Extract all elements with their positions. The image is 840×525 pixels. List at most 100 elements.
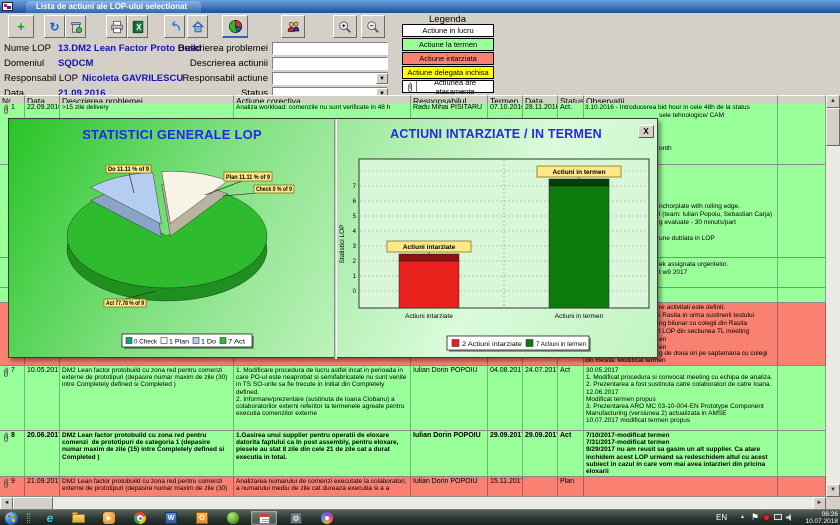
taskbar-java[interactable]: [221, 511, 245, 525]
alert-icon[interactable]: [763, 514, 770, 521]
taskbar-file-explorer[interactable]: [66, 511, 90, 525]
cell-extra: [778, 103, 826, 164]
export-excel-button[interactable]: X: [127, 15, 148, 38]
taskbar: e ▶ W O ⚙ EN ▲ ⚑ 06:26 10.07.2018: [0, 509, 840, 525]
users-button[interactable]: [281, 15, 305, 38]
descrierea-problemei-input[interactable]: [272, 42, 388, 55]
descrierea-problemei-label: Descrierea problemei: [150, 43, 268, 54]
zoom-out-button[interactable]: [361, 15, 385, 38]
statistics-dialog: STATISTICI GENERALE LOP ACTIUNI INTARZIA…: [8, 118, 658, 358]
application-window: Lista de actiuni ale LOP-ului selectiona…: [0, 0, 840, 525]
flag-icon[interactable]: ⚑: [751, 512, 759, 523]
statistics-pie-button[interactable]: [222, 15, 248, 38]
taskbar-word[interactable]: W: [159, 511, 183, 525]
bar-chart-title: ACTIUNI INTARZIATE / IN TERMEN: [337, 127, 655, 145]
taskbar-outlook[interactable]: O: [190, 511, 214, 525]
responsabil-actiune-select[interactable]: [272, 72, 388, 85]
start-button[interactable]: [2, 511, 20, 525]
taskbar-design-tool[interactable]: [315, 511, 339, 525]
taskbar-media-player[interactable]: ▶: [97, 511, 121, 525]
internet-explorer-icon: e: [47, 511, 54, 525]
taskbar-chrome[interactable]: [128, 511, 152, 525]
legend-item-1: Actiune in lucru: [402, 24, 494, 37]
cell-act: 1. Modificare procedura de lucru astfel …: [234, 366, 411, 430]
pie-chart-title: STATISTICI GENERALE LOP: [9, 127, 335, 145]
clock[interactable]: 06:26 10.07.2018: [794, 511, 838, 525]
title-bar: Lista de actiuni ale LOP-ului selectiona…: [0, 0, 840, 13]
svg-text:1: 1: [353, 274, 357, 280]
cell-status: Act: [558, 431, 584, 476]
cell-obs: 30.05.2017 1. Modificat procedura si con…: [584, 366, 778, 430]
cell-status: Plan: [558, 477, 584, 496]
chevron-down-icon[interactable]: ▼: [376, 73, 388, 84]
close-button[interactable]: X: [638, 125, 654, 138]
taskbar-calendar-app[interactable]: [251, 511, 277, 525]
nume-lop-label: Nume LOP: [4, 43, 51, 54]
svg-text:0: 0: [353, 289, 357, 295]
language-indicator[interactable]: EN: [716, 513, 727, 522]
tray-expand-icon[interactable]: ▲: [740, 514, 745, 520]
cell-resp: Iulian Dorin POPOIU: [411, 366, 488, 430]
zoom-in-button[interactable]: [333, 15, 357, 38]
refresh-icon: ↻: [49, 20, 59, 34]
cell-obs: [584, 477, 778, 496]
pie-chart-icon: [228, 19, 243, 34]
svg-text:6: 6: [353, 199, 357, 205]
svg-text:X: X: [136, 23, 142, 32]
zoom-in-icon: [338, 20, 352, 34]
bar-chart: 01234567Statistici LOPActiuni intarziate…: [337, 149, 659, 359]
green-orb-icon: [227, 512, 239, 524]
taskbar-internet-explorer[interactable]: e: [38, 511, 62, 525]
table-row[interactable]: 921.09.2017DM2 Lean factor protobuild cu…: [0, 477, 826, 497]
table-row[interactable]: 710.05.2017DM2 Lean factor protobuild cu…: [0, 366, 826, 431]
svg-text:Check 0 % of 9: Check 0 % of 9: [256, 187, 293, 193]
cell-nr: 8: [0, 431, 25, 476]
taskbar-system-tools[interactable]: ⚙: [284, 511, 308, 525]
back-button[interactable]: [164, 15, 185, 38]
svg-text:0 Check: 0 Check: [134, 339, 158, 345]
window-icon: [2, 2, 13, 11]
svg-text:Actiuni intarziate: Actiuni intarziate: [405, 313, 453, 320]
outlook-icon: O: [196, 512, 208, 524]
svg-text:1 Plan: 1 Plan: [169, 339, 189, 345]
cell-fin: [523, 477, 558, 496]
cell-desc: DM2 Lean factor protobuild cu zona red p…: [60, 431, 234, 476]
pie-chart: Do 11.11 % of 9Plan 11.11 % of 9Check 0 …: [9, 149, 335, 359]
cell-desc: DM2 Lean factor protobuild cu zona red p…: [60, 366, 234, 430]
cell-extra: [778, 366, 826, 430]
responsabil-lop-label: Responsabil LOP: [4, 73, 78, 84]
cell-data: 10.05.2017: [25, 366, 60, 430]
plus-icon: +: [17, 22, 25, 32]
home-button[interactable]: [187, 15, 208, 38]
refresh-button[interactable]: ↻: [44, 15, 65, 38]
chrome-icon: [134, 512, 146, 524]
cell-fin: 29.09.2017: [523, 431, 558, 476]
delete-button[interactable]: [65, 15, 86, 38]
domeniul-value: SQDCM: [58, 58, 93, 69]
cell-nr: 7: [0, 366, 25, 430]
svg-text:Actiuni in termen: Actiuni in termen: [552, 169, 605, 176]
speaker-icon[interactable]: [786, 514, 793, 521]
table-row[interactable]: 820.06.2017DM2 Lean factor protobuild cu…: [0, 431, 826, 477]
network-icon[interactable]: [774, 514, 782, 520]
scroll-up-icon[interactable]: ▲: [826, 95, 840, 108]
windows-start-icon: [5, 512, 18, 525]
printer-icon: [110, 20, 124, 34]
vertical-scrollbar[interactable]: [826, 95, 840, 497]
descrierea-actiunii-input[interactable]: [272, 57, 388, 70]
svg-text:Actiuni intarziate: Actiuni intarziate: [403, 244, 456, 251]
cell-act: Analizarea numarului de comenzi executat…: [234, 477, 411, 496]
add-button[interactable]: +: [8, 15, 34, 38]
play-icon: ▶: [103, 512, 115, 524]
cell-extra: [778, 477, 826, 496]
print-button[interactable]: [106, 15, 127, 38]
trash-icon: [69, 20, 83, 34]
svg-text:7: 7: [353, 184, 357, 190]
vertical-scroll-thumb[interactable]: [826, 108, 840, 146]
legend-item-5: Actiunea are atasamente: [402, 80, 494, 93]
cell-resp: Iulian Dorin POPOIU: [411, 431, 488, 476]
scroll-down-icon[interactable]: ▼: [826, 484, 840, 497]
legend-item-label: Actiunea are atasamente: [417, 78, 493, 96]
dialog-divider: [334, 119, 337, 359]
cell-resp: Iulian Dorin POPOIU: [411, 477, 488, 496]
